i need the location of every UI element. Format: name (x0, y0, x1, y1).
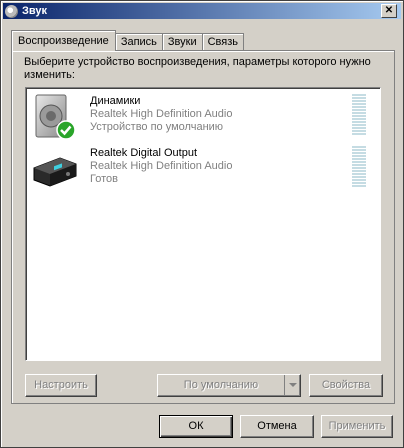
sound-dialog: Звук ✕ Воспроизведение Запись Звуки Связ… (0, 0, 404, 448)
close-button[interactable]: ✕ (381, 4, 397, 18)
set-default-button[interactable]: По умолчанию (157, 374, 301, 397)
device-status: Устройство по умолчанию (90, 121, 224, 133)
title-bar[interactable]: Звук ✕ (3, 3, 401, 19)
cancel-button[interactable]: Отмена (240, 415, 314, 438)
set-default-dropdown-arrow-icon[interactable] (284, 375, 300, 396)
speaker-icon (35, 94, 76, 140)
window-title: Звук (22, 5, 48, 17)
ok-button[interactable]: ОК (159, 415, 233, 438)
device-driver: Realtek High Definition Audio (90, 160, 233, 172)
tab-sounds[interactable]: Звуки (161, 33, 203, 51)
device-list[interactable]: Динамики Realtek High Definition Audio У… (25, 87, 381, 361)
apply-button[interactable]: Применить (321, 415, 393, 438)
volume-level-meter (352, 146, 366, 188)
configure-button[interactable]: Настроить (25, 374, 97, 397)
set-default-label: По умолчанию (183, 379, 259, 391)
device-driver: Realtek High Definition Audio (90, 108, 233, 120)
device-status: Готов (90, 173, 118, 185)
tab-strip: Воспроизведение Запись Звуки Связь (11, 30, 245, 51)
digital-receiver-icon (33, 157, 77, 187)
device-name: Динамики (90, 95, 141, 107)
instruction-text: Выберите устройство воспроизведения, пар… (24, 56, 371, 81)
device-item-speakers[interactable]: Динамики Realtek High Definition Audio У… (28, 92, 376, 142)
playback-panel: Выберите устройство воспроизведения, пар… (11, 50, 395, 404)
tab-recording[interactable]: Запись (114, 33, 163, 51)
tab-playback[interactable]: Воспроизведение (11, 30, 116, 51)
speaker-app-icon (5, 4, 18, 18)
properties-button[interactable]: Свойства (309, 374, 383, 397)
device-item-digital-output[interactable]: Realtek Digital Output Realtek High Defi… (28, 144, 376, 194)
device-name: Realtek Digital Output (90, 147, 197, 159)
volume-level-meter (352, 94, 366, 136)
tab-communications[interactable]: Связь (201, 33, 245, 51)
